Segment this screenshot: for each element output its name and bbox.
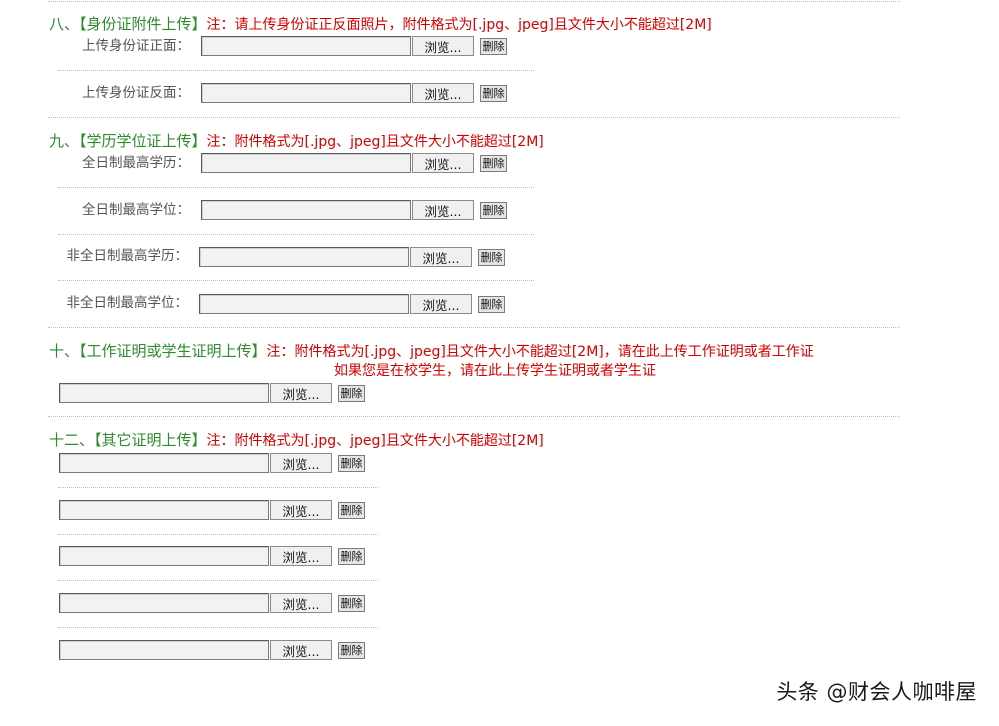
delete-button[interactable]: 删除 <box>338 454 365 472</box>
divider <box>48 1 900 2</box>
browse-button[interactable]: 浏览... <box>270 453 332 473</box>
fulltime-education-label: 全日制最高学历： <box>82 155 190 171</box>
browse-button[interactable]: 浏览... <box>270 593 332 613</box>
file-path-field[interactable] <box>59 383 269 403</box>
section-8-note: 注：请上传身份证正反面照片，附件格式为[.jpg、jpeg]且文件大小不能超过[… <box>206 17 712 33</box>
parttime-degree-upload: 浏览... 删除 <box>199 293 505 315</box>
browse-button[interactable]: 浏览... <box>410 294 472 314</box>
section-10-note: 注：附件格式为[.jpg、jpeg]且文件大小不能超过[2M]，请在此上传工作证… <box>266 344 814 360</box>
section-12-title: 十二、【其它证明上传】 <box>49 431 207 449</box>
file-path-field[interactable] <box>59 500 269 520</box>
section-12-note: 注：附件格式为[.jpg、jpeg]且文件大小不能超过[2M] <box>206 433 544 449</box>
file-path-field[interactable] <box>199 294 409 314</box>
file-path-field[interactable] <box>199 247 409 267</box>
browse-button[interactable]: 浏览... <box>412 153 474 173</box>
section-10-heading: 十、【工作证明或学生证明上传】注：附件格式为[.jpg、jpeg]且文件大小不能… <box>49 341 814 362</box>
row-divider <box>58 280 534 281</box>
id-front-label: 上传身份证正面： <box>82 38 190 54</box>
section-9-title: 九、【学历学位证上传】 <box>49 132 207 150</box>
browse-button[interactable]: 浏览... <box>270 500 332 520</box>
watermark: 头条 @财会人咖啡屋 <box>776 680 977 704</box>
section-8-heading: 八、【身份证附件上传】注：请上传身份证正反面照片，附件格式为[.jpg、jpeg… <box>49 14 712 35</box>
parttime-degree-label: 非全日制最高学位： <box>66 295 189 311</box>
other-proof-upload-1: 浏览... 删除 <box>59 452 365 474</box>
work-proof-upload: 浏览... 删除 <box>59 382 365 404</box>
fulltime-degree-label: 全日制最高学位： <box>82 202 190 218</box>
delete-button[interactable]: 删除 <box>338 594 365 612</box>
delete-button[interactable]: 删除 <box>338 547 365 565</box>
section-9-note: 注：附件格式为[.jpg、jpeg]且文件大小不能超过[2M] <box>206 134 544 150</box>
row-divider <box>58 234 534 235</box>
section-12-heading: 十二、【其它证明上传】注：附件格式为[.jpg、jpeg]且文件大小不能超过[2… <box>49 430 544 451</box>
delete-button[interactable]: 删除 <box>338 641 365 659</box>
browse-button[interactable]: 浏览... <box>410 247 472 267</box>
id-front-upload: 浏览... 删除 <box>201 35 507 57</box>
delete-button[interactable]: 删除 <box>480 84 507 102</box>
delete-button[interactable]: 删除 <box>480 154 507 172</box>
file-path-field[interactable] <box>201 36 411 56</box>
fulltime-education-upload: 浏览... 删除 <box>201 152 507 174</box>
section-8-title: 八、【身份证附件上传】 <box>49 15 207 33</box>
section-10-note-line2: 如果您是在校学生，请在此上传学生证明或者学生证 <box>334 363 656 379</box>
other-proof-upload-5: 浏览... 删除 <box>59 639 365 661</box>
row-divider <box>58 187 534 188</box>
delete-button[interactable]: 删除 <box>480 201 507 219</box>
other-proof-upload-4: 浏览... 删除 <box>59 592 365 614</box>
other-proof-upload-3: 浏览... 删除 <box>59 545 365 567</box>
browse-button[interactable]: 浏览... <box>412 200 474 220</box>
browse-button[interactable]: 浏览... <box>270 546 332 566</box>
file-path-field[interactable] <box>201 200 411 220</box>
delete-button[interactable]: 删除 <box>338 384 365 402</box>
section-divider <box>48 117 900 118</box>
browse-button[interactable]: 浏览... <box>270 383 332 403</box>
file-path-field[interactable] <box>201 83 411 103</box>
row-divider <box>58 534 378 535</box>
row-divider <box>58 70 534 71</box>
section-10-title: 十、【工作证明或学生证明上传】 <box>49 342 267 360</box>
row-divider <box>58 580 378 581</box>
row-divider <box>58 627 378 628</box>
file-path-field[interactable] <box>59 546 269 566</box>
delete-button[interactable]: 删除 <box>478 295 505 313</box>
section-9-heading: 九、【学历学位证上传】注：附件格式为[.jpg、jpeg]且文件大小不能超过[2… <box>49 131 544 152</box>
file-path-field[interactable] <box>201 153 411 173</box>
browse-button[interactable]: 浏览... <box>270 640 332 660</box>
id-back-upload: 浏览... 删除 <box>201 82 507 104</box>
section-divider <box>48 416 900 417</box>
section-divider <box>48 327 900 328</box>
file-path-field[interactable] <box>59 453 269 473</box>
delete-button[interactable]: 删除 <box>338 501 365 519</box>
file-path-field[interactable] <box>59 640 269 660</box>
parttime-education-label: 非全日制最高学历： <box>66 248 189 264</box>
fulltime-degree-upload: 浏览... 删除 <box>201 199 507 221</box>
delete-button[interactable]: 删除 <box>478 248 505 266</box>
row-divider <box>58 487 378 488</box>
browse-button[interactable]: 浏览... <box>412 83 474 103</box>
id-back-label: 上传身份证反面： <box>82 85 190 101</box>
browse-button[interactable]: 浏览... <box>412 36 474 56</box>
parttime-education-upload: 浏览... 删除 <box>199 246 505 268</box>
file-path-field[interactable] <box>59 593 269 613</box>
delete-button[interactable]: 删除 <box>480 37 507 55</box>
other-proof-upload-2: 浏览... 删除 <box>59 499 365 521</box>
